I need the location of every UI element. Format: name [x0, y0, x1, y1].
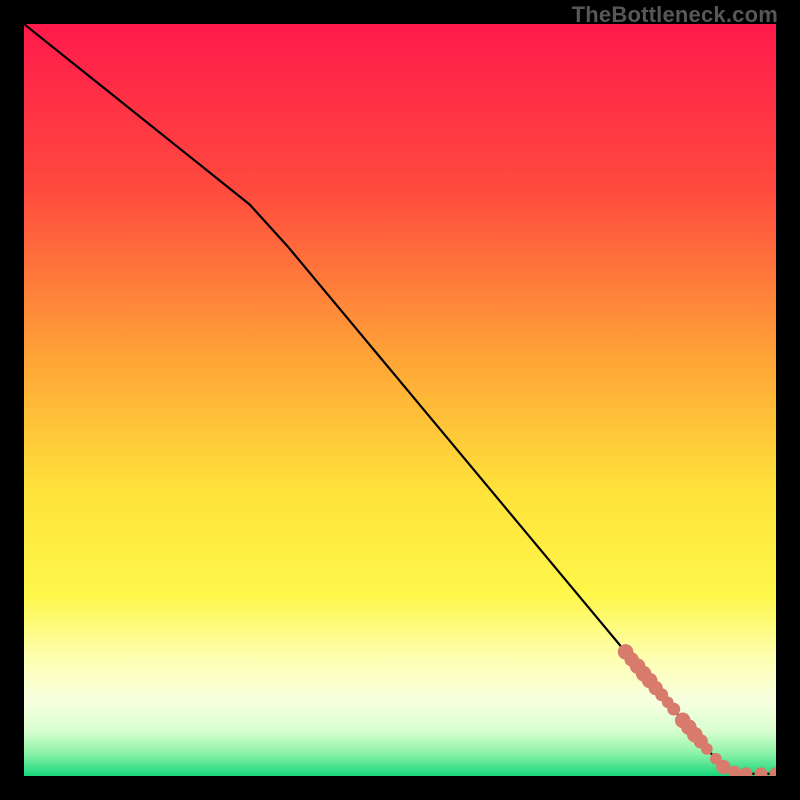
marker-dot — [667, 703, 680, 716]
chart-svg — [24, 24, 776, 776]
marker-dot — [701, 743, 713, 755]
plot-area — [24, 24, 776, 776]
gradient-background — [24, 24, 776, 776]
chart-frame: TheBottleneck.com — [0, 0, 800, 800]
